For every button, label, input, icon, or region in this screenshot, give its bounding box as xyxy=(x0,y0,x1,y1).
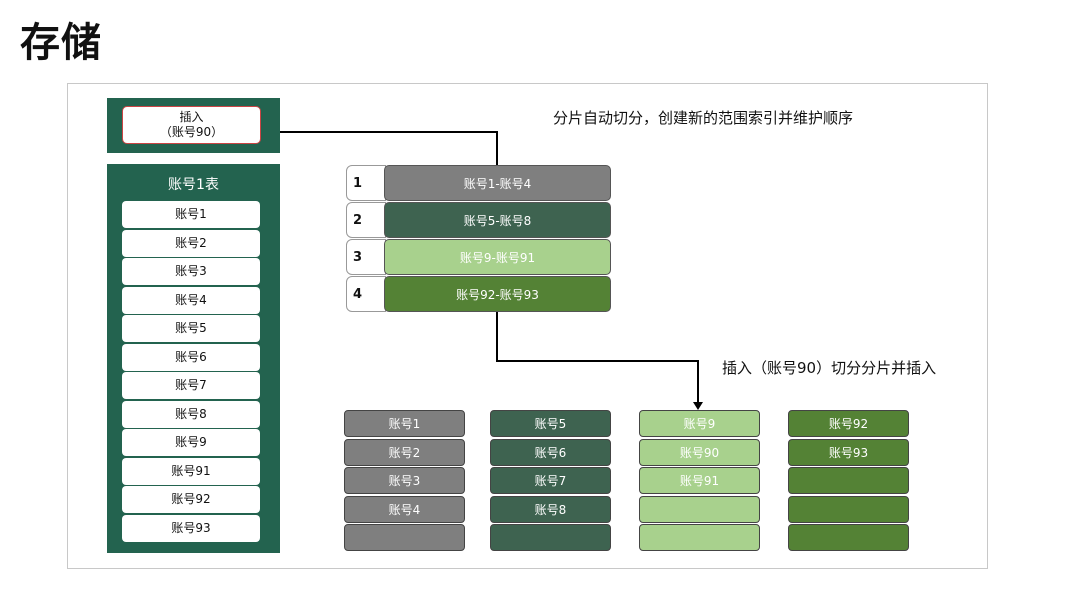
shard-cell: 账号7 xyxy=(490,467,611,494)
account-row: 账号4 xyxy=(122,286,260,314)
shard-cell xyxy=(490,524,611,551)
shard-cell: 账号91 xyxy=(639,467,760,494)
shard-cell xyxy=(639,524,760,551)
insert-caption: 插入（账号90）切分分片并插入 xyxy=(722,359,937,377)
account-row: 账号6 xyxy=(122,343,260,371)
shard-cell: 账号90 xyxy=(639,438,760,466)
range-index-bar: 账号5-账号8 xyxy=(384,202,611,238)
account-row: 账号3 xyxy=(122,258,260,285)
page-title: 存储 xyxy=(20,20,102,66)
account-row: 账号5 xyxy=(122,315,260,342)
range-index-number: 2 xyxy=(346,202,386,238)
shard-cell: 账号9 xyxy=(639,410,760,437)
account-row: 账号9 xyxy=(122,429,260,456)
account-row: 账号8 xyxy=(122,400,260,428)
range-index-number: 4 xyxy=(346,276,386,312)
shard-cell: 账号3 xyxy=(344,467,465,494)
insert-record: 插入 （账号90） xyxy=(122,106,261,144)
range-index-number: 3 xyxy=(346,239,386,275)
range-index-bar: 账号1-账号4 xyxy=(384,165,611,201)
account-row: 账号2 xyxy=(122,229,260,257)
insert-label: 插入 xyxy=(179,110,204,124)
shard-cell: 账号2 xyxy=(344,438,465,466)
shard-cell xyxy=(344,524,465,551)
account-row: 账号1 xyxy=(122,201,260,228)
account-row: 账号7 xyxy=(122,372,260,399)
account-row: 账号92 xyxy=(122,486,260,513)
account-table-title: 账号1表 xyxy=(168,177,219,193)
shard-cell xyxy=(788,495,909,523)
range-index-bar: 账号92-账号93 xyxy=(384,276,611,312)
shard-cell: 账号4 xyxy=(344,495,465,523)
split-caption: 分片自动切分，创建新的范围索引并维护顺序 xyxy=(553,109,854,127)
shard-cell: 账号8 xyxy=(490,495,611,523)
range-index-bar: 账号9-账号91 xyxy=(384,239,611,275)
account-row: 账号91 xyxy=(122,457,260,485)
shard-cell: 账号93 xyxy=(788,438,909,466)
shard-cell xyxy=(788,524,909,551)
shard-cell xyxy=(788,467,909,494)
shard-cell xyxy=(639,495,760,523)
insert-account: （账号90） xyxy=(159,125,224,139)
account-row: 账号93 xyxy=(122,514,260,542)
shard-cell: 账号5 xyxy=(490,410,611,437)
shard-cell: 账号6 xyxy=(490,438,611,466)
shard-cell: 账号92 xyxy=(788,410,909,437)
shard-cell: 账号1 xyxy=(344,410,465,437)
range-index-number: 1 xyxy=(346,165,386,201)
